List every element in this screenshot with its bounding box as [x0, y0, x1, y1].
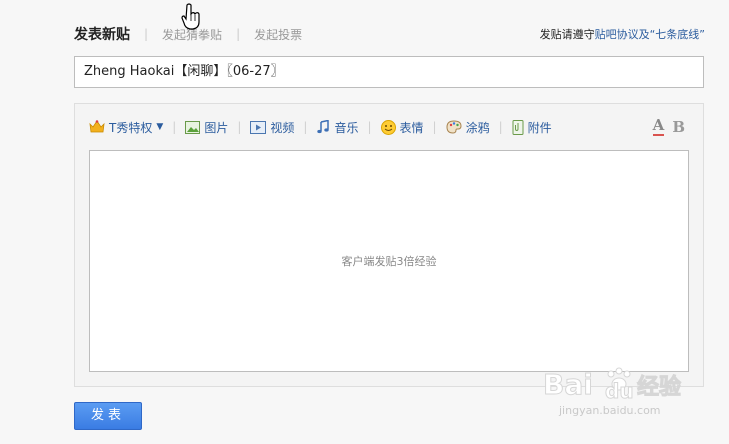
submit-post-button[interactable]: 发表: [74, 402, 142, 430]
tshow-privilege-button[interactable]: T秀特权 ▼: [89, 119, 163, 136]
attachment-icon: [512, 119, 524, 135]
tab-vote-post[interactable]: 发起投票: [254, 26, 302, 43]
watermark-url: jingyan.baidu.com: [558, 404, 661, 417]
video-label: 视频: [270, 120, 295, 135]
format-controls: A B: [652, 118, 685, 136]
toolbar-divider: |: [172, 120, 177, 134]
music-icon: [317, 120, 330, 134]
toolbar-divider: |: [303, 120, 308, 134]
chevron-down-icon: ▼: [156, 122, 164, 132]
music-label: 音乐: [334, 120, 359, 135]
editor-placeholder: 客户端发贴3倍经验: [341, 255, 437, 268]
watermark-brand-2: du: [605, 379, 634, 403]
insert-music-button[interactable]: 音乐: [316, 119, 358, 136]
attachment-label: 附件: [527, 120, 552, 135]
watermark-cn: 经验: [637, 374, 681, 400]
posting-rules-notice: 发贴请遵守贴吧协议及“七条底线”: [540, 26, 705, 42]
editor-panel: T秀特权 ▼ | 图片 | 视频 | 音乐 | 表情 | 涂鸦 | 附件 A B…: [74, 103, 704, 387]
toolbar-divider: |: [432, 120, 437, 134]
notice-prefix: 发贴请遵守: [539, 28, 595, 41]
smiley-icon: [380, 119, 396, 135]
crown-icon: [89, 120, 105, 133]
watermark-brand: Bai: [543, 368, 593, 401]
emoji-label: 表情: [399, 120, 424, 135]
hand-cursor-icon: [181, 3, 200, 30]
bold-button[interactable]: B: [672, 118, 685, 136]
toolbar-divider: |: [237, 120, 242, 134]
image-label: 图片: [204, 120, 229, 135]
toolbar-divider: |: [498, 120, 503, 134]
tab-divider: |: [236, 27, 241, 41]
video-icon: [250, 120, 267, 134]
doodle-button[interactable]: 涂鸦: [446, 119, 490, 136]
post-content-editor[interactable]: 客户端发贴3倍经验: [89, 150, 689, 372]
attachment-button[interactable]: 附件: [512, 119, 552, 136]
image-icon: [185, 120, 201, 134]
baidu-jingyan-watermark: Bai du 经验 jingyan.baidu.com: [543, 367, 682, 417]
tab-divider: |: [144, 27, 149, 41]
doodle-label: 涂鸦: [465, 120, 490, 135]
tab-new-post[interactable]: 发表新贴: [74, 24, 130, 44]
editor-toolbar: T秀特权 ▼ | 图片 | 视频 | 音乐 | 表情 | 涂鸦 | 附件: [89, 118, 552, 136]
toolbar-divider: |: [367, 120, 372, 134]
insert-image-button[interactable]: 图片: [185, 119, 228, 136]
palette-icon: [446, 120, 462, 134]
insert-emoji-button[interactable]: 表情: [380, 119, 424, 136]
post-title-input[interactable]: Zheng Haokai【闲聊】〖06-27〗: [74, 56, 704, 88]
insert-video-button[interactable]: 视频: [250, 119, 294, 136]
tshow-label: T秀特权: [109, 120, 153, 135]
font-color-button[interactable]: A: [652, 118, 665, 136]
rules-link[interactable]: 贴吧协议及“七条底线”: [595, 28, 705, 41]
